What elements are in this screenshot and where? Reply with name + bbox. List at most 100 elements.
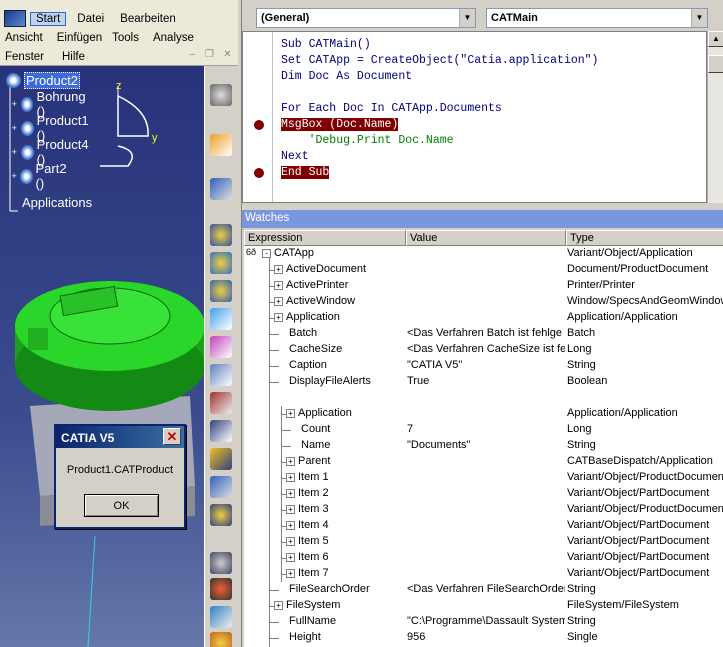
watch-row[interactable]: + Item 3 Variant/Object/ProductDocument [244,502,723,518]
watch-expression[interactable]: FullName [289,615,419,627]
code-line[interactable]: Dim Doc As Document [281,69,412,85]
expand-icon[interactable]: + [286,472,295,482]
watch-row[interactable]: + Item 6 Variant/Object/PartDocument [244,550,723,566]
expand-icon[interactable]: + [274,280,283,290]
scroll-thumb[interactable] [708,55,723,73]
move-icon[interactable] [210,178,232,200]
clash-icon[interactable] [210,578,232,600]
menu-einfuegen[interactable]: Einfügen [52,32,107,44]
expand-icon[interactable]: + [286,536,295,546]
column-expression[interactable]: Expression [244,230,406,246]
watch-value[interactable]: 956 [407,631,565,643]
code-line[interactable]: 'Debug.Print Doc.Name [281,133,454,149]
watch-expression[interactable]: DisplayFileAlerts [289,375,419,387]
scroll-up-icon[interactable]: ▲ [708,31,723,47]
watch-row[interactable]: Height 956 Single [244,630,723,646]
watch-row[interactable]: + Item 2 Variant/Object/PartDocument [244,486,723,502]
expand-icon[interactable]: + [10,171,18,181]
collapse-icon[interactable]: - [262,248,271,258]
watch-row[interactable]: + Application Application/Application [244,406,723,422]
sun-icon[interactable] [210,632,232,647]
expand-icon[interactable]: + [286,568,295,578]
expand-icon[interactable]: + [10,99,19,109]
minimize-icon[interactable]: – [187,49,198,60]
watch-expression[interactable]: + ActiveDocument [274,263,404,275]
watch-expression[interactable]: Count [301,423,419,435]
restore-icon[interactable]: ❐ [204,49,215,60]
watch-row[interactable]: + ActiveDocument Document/ProductDocument [244,262,723,278]
fast-multi-icon[interactable] [210,504,232,526]
component-icon[interactable] [210,280,232,302]
chevron-down-icon[interactable]: ▼ [691,9,707,27]
watch-row[interactable]: Count 7 Long [244,422,723,438]
code-line[interactable]: MsgBox (Doc.Name) [281,117,399,133]
menu-hilfe[interactable]: Hilfe [57,51,90,63]
watch-expression[interactable]: + Application [286,407,404,419]
chevron-down-icon[interactable]: ▼ [459,9,475,27]
menu-fenster[interactable]: Fenster [0,51,49,63]
tree-root-label[interactable]: Product2 [24,71,81,89]
expand-icon[interactable]: + [10,147,19,157]
replace-icon[interactable] [210,308,232,330]
watch-row[interactable]: DisplayFileAlerts True Boolean [244,374,723,390]
watch-row[interactable]: FullName "C:\Programme\Dassault Systeme St… [244,614,723,630]
watch-row[interactable]: Caption "CATIA V5" String [244,358,723,374]
watch-row[interactable]: + Item 5 Variant/Object/PartDocument [244,534,723,550]
watch-expression[interactable]: + FileSystem [274,599,404,611]
watch-row[interactable]: + Item 1 Variant/Object/ProductDocument [244,470,723,486]
expand-icon[interactable]: + [274,600,283,610]
watch-row[interactable] [244,390,723,406]
menu-bearbeiten[interactable]: Bearbeiten [115,13,181,25]
watch-expression[interactable]: CacheSize [289,343,419,355]
tree-node-bohrung[interactable]: + Bohrung () [10,89,89,119]
breakpoint-icon[interactable] [254,120,264,130]
gear-icon[interactable] [210,84,232,106]
watch-expression[interactable]: Name [301,439,419,451]
watch-expression[interactable]: + Item 5 [286,535,404,547]
watch-expression[interactable]: Caption [289,359,419,371]
expand-icon[interactable]: + [286,488,295,498]
code-line[interactable]: Set CATApp = CreateObject("Catia.applica… [281,53,598,69]
code-scrollbar[interactable]: ▲ [707,31,723,203]
watch-row[interactable]: + Item 7 Variant/Object/PartDocument [244,566,723,582]
watch-value[interactable]: "Documents" [407,439,565,451]
tree-node-applications[interactable]: Applications [22,192,92,212]
watch-expression[interactable]: + Item 1 [286,471,404,483]
close-icon[interactable]: ✕ [222,49,233,60]
constraint-icon[interactable] [210,476,232,498]
expand-icon[interactable]: + [286,552,295,562]
watch-expression[interactable]: Batch [289,327,419,339]
expand-icon[interactable]: + [286,504,295,514]
menu-datei[interactable]: Datei [72,13,109,25]
watch-expression[interactable]: + Item 4 [286,519,404,531]
product-insert-icon[interactable] [210,252,232,274]
menu-start[interactable]: Start [30,11,67,26]
select-arrow-icon[interactable] [210,134,232,156]
text-icon[interactable] [210,420,232,442]
watch-row[interactable]: FileSearchOrder <Das Verfahren FileSearch… [244,582,723,598]
watch-row[interactable]: + ActivePrinter Printer/Printer [244,278,723,294]
watch-value[interactable]: <Das Verfahren FileSearchOrder [407,583,565,595]
watch-value[interactable]: <Das Verfahren Batch ist fehlge [407,327,565,339]
expand-icon[interactable]: + [10,123,19,133]
watch-value[interactable]: "CATIA V5" [407,359,565,371]
menu-ansicht[interactable]: Ansicht [0,32,48,44]
tree-node-product1[interactable]: + Product1 () [10,113,92,143]
expand-icon[interactable]: + [286,408,295,418]
close-icon[interactable]: ✕ [163,428,181,445]
expand-icon[interactable]: + [274,312,283,322]
watch-row[interactable]: Batch <Das Verfahren Batch ist fehlge Batc… [244,326,723,342]
ok-button[interactable]: OK [84,494,159,517]
watch-value[interactable]: "C:\Programme\Dassault Systeme [407,615,565,627]
watch-row[interactable]: Name "Documents" String [244,438,723,454]
code-line[interactable]: For Each Doc In CATApp.Documents [281,101,502,117]
watch-expression[interactable]: + ActivePrinter [274,279,404,291]
expand-icon[interactable]: + [286,520,295,530]
watch-row[interactable]: + Item 4 Variant/Object/PartDocument [244,518,723,534]
column-value[interactable]: Value [406,230,566,246]
watch-expression[interactable]: + Item 6 [286,551,404,563]
watch-row[interactable]: 6ð - CATApp Variant/Object/Application [244,246,723,262]
menu-analyse[interactable]: Analyse [148,32,199,44]
watch-value[interactable]: 7 [407,423,565,435]
catia-logo-icon[interactable] [4,10,26,27]
